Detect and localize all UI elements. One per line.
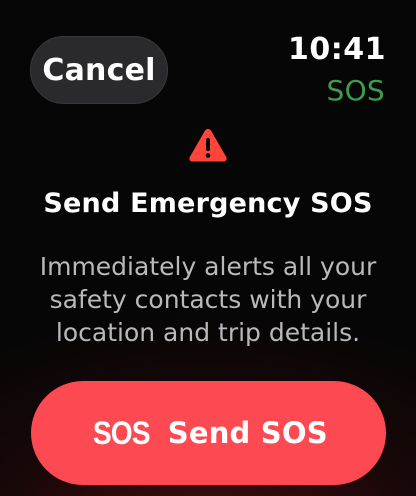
sos-icon: SOS xyxy=(93,414,151,451)
emergency-sos-screen: Cancel 10:41 SOS Send Emergency SOS Imme… xyxy=(0,0,416,496)
sos-status-indicator: SOS xyxy=(326,74,385,107)
alert-title: Send Emergency SOS xyxy=(43,188,373,219)
alert-description: Immediately alerts all your safety conta… xyxy=(39,252,377,347)
send-sos-label: Send SOS xyxy=(167,416,328,450)
send-sos-button[interactable]: SOS Send SOS xyxy=(31,381,386,485)
warning-triangle-icon xyxy=(189,129,227,162)
clock-time: 10:41 xyxy=(288,32,386,67)
cancel-button[interactable]: Cancel xyxy=(30,36,168,104)
